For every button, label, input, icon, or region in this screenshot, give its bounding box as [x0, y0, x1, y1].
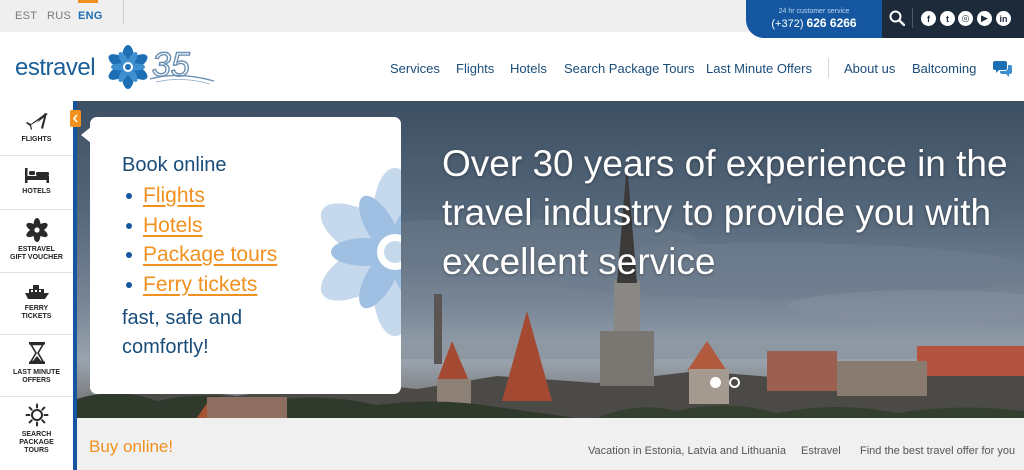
list-item: Ferry tickets	[126, 270, 277, 300]
logo-text[interactable]: estravel	[15, 54, 96, 82]
slide-dot-1[interactable]	[710, 377, 721, 388]
booking-links-list: Flights Hotels Package tours Ferry ticke…	[126, 181, 277, 299]
chat-icon[interactable]	[993, 60, 1012, 77]
rail-label-flights: FLIGHTS	[21, 136, 52, 143]
phone-number: 626 6266	[806, 16, 857, 30]
card-tagline: fast, safe and comfortly!	[122, 307, 243, 358]
search-icon[interactable]	[889, 10, 905, 26]
linkedin-icon[interactable]: in	[996, 11, 1011, 26]
link-flights[interactable]: Flights	[143, 184, 205, 207]
customer-service-label: 24 hr customer service	[778, 8, 850, 15]
rail-collapse-button[interactable]	[70, 110, 81, 127]
rail-item-ferry-tickets[interactable]: FERRY TICKETS	[0, 273, 73, 335]
airplane-icon	[25, 113, 48, 130]
link-estravel[interactable]: Estravel	[801, 445, 841, 457]
rail-item-last-minute-offers[interactable]: LAST MINUTE OFFERS	[0, 335, 73, 397]
youtube-icon[interactable]: ▶	[977, 11, 992, 26]
link-hotels[interactable]: Hotels	[143, 214, 203, 237]
hero-headline: Over 30 years of experience in the trave…	[442, 143, 1008, 282]
anniversary-35-logo: 35	[149, 45, 215, 85]
instagram-icon[interactable]: ◎	[958, 11, 973, 26]
bed-icon	[24, 168, 49, 183]
rail-label-voucher-line2: GIFT VOUCHER	[10, 254, 63, 261]
rail-label-ferry-line2: TICKETS	[21, 313, 52, 320]
utility-divider	[912, 8, 913, 28]
facebook-icon[interactable]: f	[921, 11, 936, 26]
info-strip	[77, 418, 1024, 470]
rail-item-gift-voucher[interactable]: ESTRAVEL GIFT VOUCHER	[0, 210, 73, 273]
nav-last-minute-offers[interactable]: Last Minute Offers	[706, 61, 812, 76]
customer-service-box[interactable]: 24 hr customer service (+372) 626 6266	[746, 0, 882, 38]
language-eng[interactable]: ENG	[78, 0, 103, 32]
language-est[interactable]: EST	[15, 0, 37, 32]
rail-label-voucher-line1: ESTRAVEL	[18, 246, 55, 253]
hourglass-icon	[28, 342, 45, 364]
list-item: Flights	[126, 181, 277, 211]
link-ferry-tickets[interactable]: Ferry tickets	[143, 273, 257, 296]
rail-label-search: SEARCH PACKAGE TOURS	[19, 431, 53, 455]
nav-baltcoming[interactable]: Baltcoming	[912, 61, 976, 76]
rail-label-search-line3: TOURS	[24, 447, 49, 454]
gift-flower-icon	[25, 218, 48, 242]
rail-label-hotels: HOTELS	[22, 188, 51, 195]
list-item: Hotels	[126, 211, 277, 241]
sun-icon	[25, 403, 48, 427]
phone-prefix: (+372)	[771, 18, 804, 30]
rail-label-voucher: ESTRAVEL GIFT VOUCHER	[10, 246, 63, 262]
slide-dot-2[interactable]	[729, 377, 740, 388]
nav-services[interactable]: Services	[390, 61, 440, 76]
rail-label-ferry: FERRY TICKETS	[22, 305, 52, 321]
rail-label-ferry-line1: FERRY	[24, 305, 49, 312]
link-best-offer[interactable]: Find the best travel offer for you	[860, 445, 1015, 457]
language-rus[interactable]: RUS	[47, 0, 71, 32]
nav-divider	[828, 58, 829, 78]
flower-logo-icon[interactable]	[106, 45, 150, 89]
buy-online-heading: Buy online!	[89, 437, 174, 456]
rail-label-lastminute: LAST MINUTE OFFERS	[13, 369, 60, 385]
anniversary-number: 35	[152, 46, 190, 84]
rail-label-search-line1: SEARCH	[21, 431, 52, 438]
nav-search-package-tours[interactable]: Search Package Tours	[564, 61, 695, 76]
rail-label-search-line2: PACKAGE	[19, 439, 54, 446]
chevron-left-icon	[72, 114, 78, 123]
rail-item-flights[interactable]: FLIGHTS	[0, 102, 73, 156]
link-package-tours[interactable]: Package tours	[143, 243, 277, 266]
twitter-icon[interactable]: t	[940, 11, 955, 26]
flower-watermark-icon	[320, 168, 401, 336]
nav-hotels[interactable]: Hotels	[510, 61, 547, 76]
nav-flights[interactable]: Flights	[456, 61, 494, 76]
language-divider	[123, 0, 124, 24]
link-vacation-baltics[interactable]: Vacation in Estonia, Latvia and Lithuani…	[588, 445, 786, 457]
rail-item-hotels[interactable]: HOTELS	[0, 156, 73, 210]
nav-about-us[interactable]: About us	[844, 61, 895, 76]
customer-service-phone[interactable]: (+372) 626 6266	[746, 16, 882, 30]
rail-label-lastminute-line1: LAST MINUTE	[12, 369, 61, 376]
book-online-card: Book online Flights Hotels Package tours…	[90, 117, 401, 394]
card-title: Book online	[122, 154, 227, 176]
ship-icon	[24, 285, 49, 299]
list-item: Package tours	[126, 240, 277, 270]
rail-label-lastminute-line2: OFFERS	[22, 377, 51, 384]
rail-item-search-package-tours[interactable]: SEARCH PACKAGE TOURS	[0, 397, 73, 470]
